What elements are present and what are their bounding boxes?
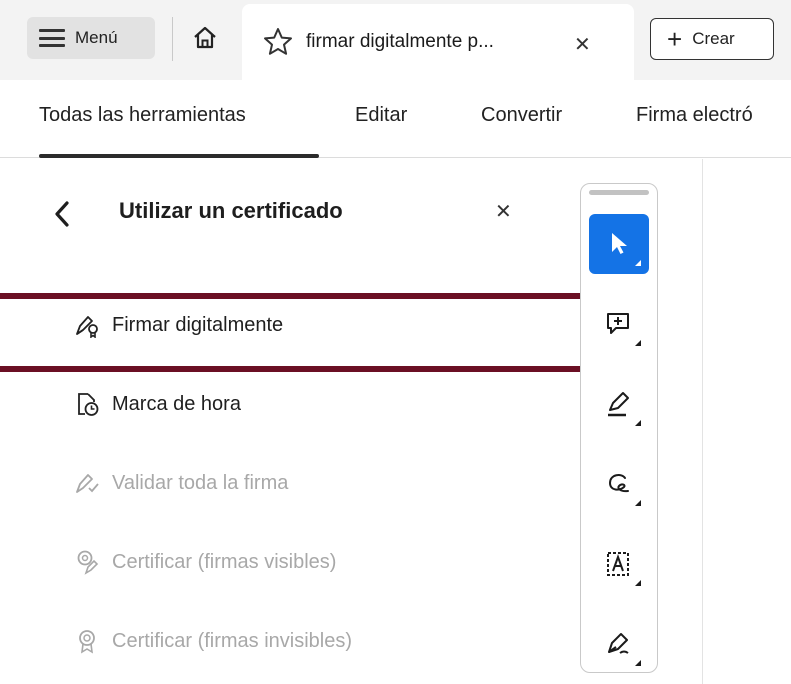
highlight-pen-icon	[608, 392, 629, 417]
tool-more-indicator	[635, 260, 641, 266]
certificate-panel: Utilizar un certificado ✕ Firmar digital…	[0, 159, 597, 684]
document-tab-title: firmar digitalmente p...	[306, 31, 494, 52]
tool-more-indicator	[635, 580, 641, 586]
panel-title: Utilizar un certificado	[119, 198, 343, 223]
hamburger-icon	[39, 29, 65, 47]
tool-more-indicator	[635, 340, 641, 346]
draw-freeform-icon	[608, 474, 629, 493]
tabbar-separator	[172, 17, 173, 61]
sign-pen-icon	[608, 633, 629, 654]
create-label: Crear	[692, 29, 735, 48]
title-tab-bar: Menú firmar digitalmente p... ✕ + Crear	[0, 0, 791, 80]
tool-add-comment[interactable]	[589, 294, 649, 354]
nav-e-signature[interactable]: Firma electró	[636, 104, 753, 127]
panel-item-label: Validar toda la firma	[112, 471, 289, 494]
add-comment-icon	[607, 313, 629, 334]
document-tab[interactable]: firmar digitalmente p... ✕	[242, 4, 634, 80]
text-recognition-icon	[607, 552, 629, 576]
select-cursor-icon	[612, 233, 627, 254]
tool-sign[interactable]	[589, 614, 649, 674]
menu-button[interactable]: Menú	[27, 17, 155, 59]
panel-item-timestamp[interactable]: Marca de hora	[74, 382, 241, 426]
certify-invisible-icon	[74, 628, 100, 654]
document-area-divider	[702, 159, 703, 684]
nav-convert[interactable]: Convertir	[481, 104, 562, 127]
create-button[interactable]: + Crear	[650, 18, 774, 60]
tools-navbar: Todas las herramientas Editar Convertir …	[0, 80, 791, 158]
star-icon[interactable]	[262, 26, 294, 58]
toolbar-grip[interactable]	[589, 190, 649, 195]
panel-item-certify-invisible[interactable]: Certificar (firmas invisibles)	[74, 619, 352, 663]
tool-draw[interactable]	[589, 454, 649, 514]
timestamp-icon	[74, 391, 100, 417]
tool-more-indicator	[635, 500, 641, 506]
certify-visible-icon	[74, 549, 100, 575]
plus-icon: +	[667, 24, 683, 54]
close-tab-icon[interactable]: ✕	[574, 32, 591, 57]
home-icon	[194, 26, 216, 49]
menu-label: Menú	[75, 28, 118, 47]
highlight-box	[0, 293, 597, 372]
nav-edit[interactable]: Editar	[355, 104, 407, 127]
tool-highlight[interactable]	[589, 374, 649, 434]
nav-all-tools[interactable]: Todas las herramientas	[39, 104, 246, 127]
back-button[interactable]	[52, 197, 82, 231]
tool-more-indicator	[635, 420, 641, 426]
panel-item-label: Certificar (firmas visibles)	[112, 550, 337, 573]
panel-item-label: Marca de hora	[112, 392, 241, 415]
quick-tools-toolbar	[580, 183, 658, 673]
panel-item-label: Certificar (firmas invisibles)	[112, 629, 353, 652]
tool-select[interactable]	[589, 214, 649, 274]
panel-item-certify-visible[interactable]: Certificar (firmas visibles)	[74, 540, 336, 584]
panel-item-validate-all[interactable]: Validar toda la firma	[74, 461, 288, 505]
tool-text-recognition[interactable]	[589, 534, 649, 594]
home-button[interactable]	[182, 17, 228, 59]
chevron-left-icon	[55, 201, 69, 227]
active-nav-underline	[39, 154, 319, 158]
close-panel-icon[interactable]: ✕	[495, 199, 512, 224]
tool-more-indicator	[635, 660, 641, 666]
validate-signature-icon	[74, 470, 100, 496]
